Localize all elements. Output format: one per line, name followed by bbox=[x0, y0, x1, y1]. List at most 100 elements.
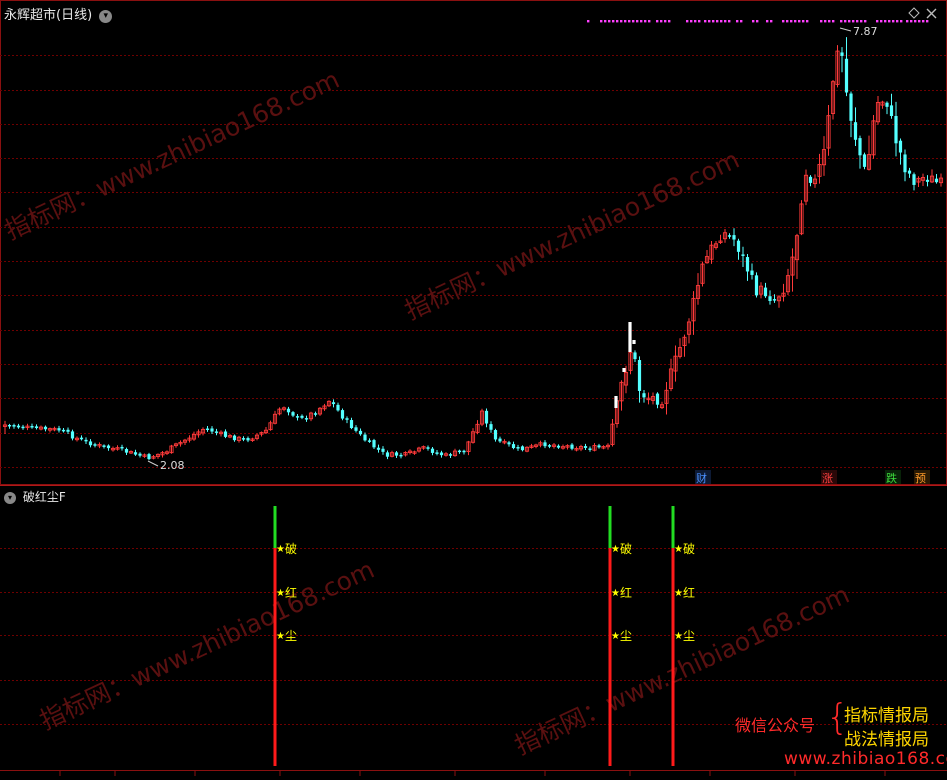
magenta-dot bbox=[860, 20, 863, 23]
magenta-dot bbox=[608, 20, 611, 23]
diamond-icon[interactable] bbox=[908, 7, 920, 19]
star-icon: ★ bbox=[611, 588, 620, 599]
magenta-dot bbox=[587, 20, 590, 23]
candle-body-down bbox=[457, 450, 462, 453]
candle-body-flat bbox=[632, 340, 636, 344]
event-tag-forecast: 预 bbox=[915, 472, 926, 485]
candle-body-down bbox=[489, 424, 493, 430]
candle-body-down bbox=[543, 442, 547, 447]
magenta-dot bbox=[766, 20, 769, 23]
magenta-dot bbox=[782, 20, 785, 23]
candle-body-down bbox=[754, 275, 759, 296]
event-tags[interactable]: 财 涨 跌 预 bbox=[695, 470, 930, 485]
candle-body-down bbox=[120, 446, 124, 449]
magenta-dot bbox=[604, 20, 607, 23]
signal-char-0: 破 bbox=[683, 541, 695, 556]
candle-body-down bbox=[241, 438, 246, 440]
candle-body-down bbox=[511, 444, 516, 449]
signal-char-1: 红 bbox=[620, 585, 632, 600]
magenta-dot bbox=[876, 20, 879, 23]
candle-body-down bbox=[133, 452, 138, 455]
chevron-down-icon[interactable]: ▾ bbox=[99, 10, 113, 23]
candle-body-down bbox=[853, 122, 858, 140]
magenta-dot bbox=[832, 20, 835, 23]
event-tag-fall: 跌 bbox=[886, 471, 897, 485]
event-tag-rise: 涨 bbox=[822, 472, 833, 485]
candle-body-down bbox=[637, 360, 642, 391]
magenta-dot bbox=[640, 20, 643, 23]
candle-body-down bbox=[484, 410, 489, 424]
magenta-dot bbox=[820, 20, 823, 23]
magenta-dot bbox=[790, 20, 793, 23]
candle-body-down bbox=[358, 430, 363, 435]
candle-body-down bbox=[439, 452, 444, 456]
magenta-dot bbox=[802, 20, 805, 23]
candle-body-down bbox=[61, 429, 66, 432]
signal-char-1: 红 bbox=[285, 585, 297, 600]
watermark-text: 指标网：www.zhibiao168.com bbox=[0, 65, 343, 246]
candle-body-down bbox=[376, 447, 381, 450]
candle-body-down bbox=[367, 440, 372, 442]
signal-char-2: 尘 bbox=[620, 629, 632, 643]
candle-body-down bbox=[763, 287, 768, 297]
magenta-dot bbox=[922, 20, 925, 23]
magenta-dot bbox=[852, 20, 855, 23]
star-icon: ★ bbox=[674, 588, 683, 599]
candle-body-down bbox=[394, 452, 399, 456]
candle-body-down bbox=[246, 438, 250, 441]
magenta-dot bbox=[698, 20, 701, 23]
candle-body-down bbox=[520, 446, 525, 451]
candle-body-down bbox=[849, 93, 853, 121]
candle-body-down bbox=[894, 115, 898, 144]
candle-body-down bbox=[430, 448, 435, 453]
candle-body-down bbox=[516, 447, 520, 449]
candle-body-down bbox=[925, 179, 930, 182]
candle-body-down bbox=[349, 420, 354, 429]
candle-body-down bbox=[588, 448, 592, 450]
wechat-label: 微信公众号 bbox=[735, 716, 816, 735]
chart-canvas[interactable]: 指标网：www.zhibiao168.com 指标网：www.zhibiao168… bbox=[0, 0, 947, 776]
magenta-dot bbox=[914, 20, 917, 23]
candle-body-down bbox=[435, 452, 439, 454]
candle-body-down bbox=[399, 454, 403, 457]
magenta-dot bbox=[884, 20, 887, 23]
magenta-dot bbox=[628, 20, 631, 23]
candle-body-down bbox=[345, 418, 349, 420]
candle-body-down bbox=[223, 431, 228, 437]
candle-body-down bbox=[313, 413, 318, 415]
candle-body-down bbox=[331, 402, 336, 405]
candle-body-down bbox=[903, 154, 907, 173]
magenta-dot bbox=[824, 20, 827, 23]
indicator-panel-title: ▾ 破红尘F bbox=[4, 488, 66, 505]
candle-body-down bbox=[340, 410, 345, 419]
candle-body-down bbox=[363, 434, 367, 441]
site-url[interactable]: www.zhibiao168.com bbox=[784, 749, 947, 769]
candle-body-down bbox=[912, 174, 916, 185]
magenta-dot bbox=[906, 20, 909, 23]
magenta-dot bbox=[900, 20, 903, 23]
candle-body-down bbox=[232, 435, 237, 441]
candlestick-series[interactable] bbox=[2, 37, 944, 461]
candle-body-down bbox=[570, 444, 574, 449]
magenta-dot bbox=[926, 20, 929, 23]
candle-body-down bbox=[448, 454, 453, 456]
candle-body-down bbox=[462, 450, 466, 453]
watermark-text: 指标网：www.zhibiao168.com bbox=[35, 555, 378, 736]
candle-body-down bbox=[124, 449, 129, 453]
magenta-dot bbox=[712, 20, 715, 23]
candle-body-down bbox=[106, 445, 111, 449]
candle-body-down bbox=[772, 299, 777, 301]
magenta-dot bbox=[918, 20, 921, 23]
star-icon: ★ bbox=[611, 631, 620, 642]
magenta-dot bbox=[720, 20, 723, 23]
promo-line-1: 指标情报局 bbox=[844, 706, 929, 726]
main-panel-title: 永辉超市(日线) ▾ bbox=[4, 4, 113, 23]
star-icon: ★ bbox=[674, 544, 683, 555]
magenta-dot bbox=[892, 20, 895, 23]
magenta-dot bbox=[648, 20, 651, 23]
candle-body-down bbox=[84, 439, 88, 442]
close-icon[interactable] bbox=[926, 8, 937, 19]
candle-body-down bbox=[898, 140, 903, 153]
chevron-down-icon[interactable]: ▾ bbox=[4, 492, 16, 504]
magenta-dot bbox=[770, 20, 773, 23]
